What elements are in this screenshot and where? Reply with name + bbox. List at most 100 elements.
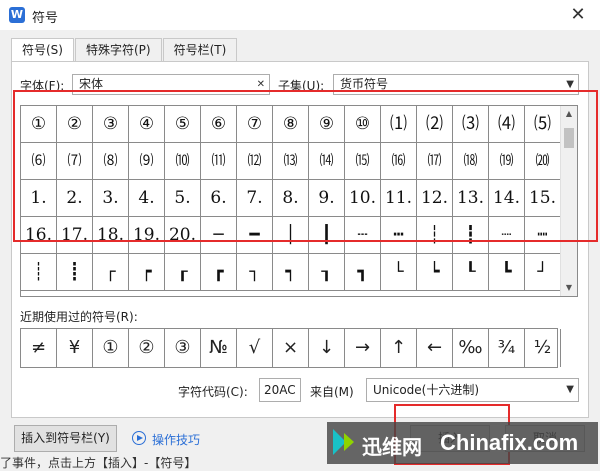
tab-special-chars[interactable]: 特殊字符(P) (74, 38, 162, 62)
symbol-cell[interactable]: ⑦ (237, 106, 273, 143)
symbol-cell[interactable]: ⒁ (309, 143, 345, 180)
symbol-cell[interactable]: ┓ (345, 254, 381, 291)
symbol-cell[interactable]: ⑵ (417, 106, 453, 143)
symbol-cell[interactable]: ┑ (273, 254, 309, 291)
scroll-up-icon[interactable]: ▲ (561, 106, 577, 122)
symbol-cell[interactable]: ⑴ (381, 106, 417, 143)
symbol-cell[interactable]: ┌ (93, 254, 129, 291)
grid-scrollbar[interactable]: ▲ ▼ (560, 106, 577, 296)
font-select[interactable]: 宋体 ✕ (72, 74, 270, 95)
symbol-cell[interactable]: ③ (93, 106, 129, 143)
symbol-cell[interactable]: ⒇ (525, 143, 561, 180)
symbol-cell[interactable]: ⑿ (237, 143, 273, 180)
symbol-cell[interactable]: 3. (93, 180, 129, 217)
symbol-cell[interactable]: ⒂ (345, 143, 381, 180)
symbol-cell[interactable]: ┊ (21, 254, 57, 291)
symbol-cell[interactable]: 17. (57, 217, 93, 254)
recent-symbol-cell[interactable]: ‰ (453, 329, 489, 367)
symbol-cell[interactable]: ④ (129, 106, 165, 143)
symbol-cell[interactable]: ┐ (237, 254, 273, 291)
char-code-input[interactable]: 20AC (259, 378, 301, 402)
symbol-cell[interactable]: ⑸ (525, 106, 561, 143)
symbol-cell[interactable]: ⑶ (453, 106, 489, 143)
symbol-cell[interactable]: ⒄ (417, 143, 453, 180)
symbol-cell[interactable]: 19. (129, 217, 165, 254)
tips-link[interactable]: 操作技巧 (152, 431, 200, 448)
symbol-cell[interactable]: 16. (21, 217, 57, 254)
subset-select[interactable]: 货币符号 ▼ (333, 74, 579, 95)
symbol-cell[interactable]: ① (21, 106, 57, 143)
symbol-cell[interactable]: ⑤ (165, 106, 201, 143)
symbol-cell[interactable]: ┎ (165, 254, 201, 291)
symbol-cell[interactable]: ┗ (489, 254, 525, 291)
symbol-cell[interactable]: ━ (237, 217, 273, 254)
symbol-cell[interactable]: ⑺ (57, 143, 93, 180)
symbol-cell[interactable]: ┈ (489, 217, 525, 254)
symbol-cell[interactable]: ┍ (129, 254, 165, 291)
symbol-cell[interactable]: ⒆ (489, 143, 525, 180)
symbol-cell[interactable]: 13. (453, 180, 489, 217)
tab-symbol-bar[interactable]: 符号栏(T) (162, 38, 238, 62)
symbol-cell[interactable]: ⒃ (381, 143, 417, 180)
symbol-cell[interactable]: ⒀ (273, 143, 309, 180)
symbol-cell[interactable]: 20. (165, 217, 201, 254)
symbol-cell[interactable]: ┆ (417, 217, 453, 254)
symbol-cell[interactable]: ┄ (345, 217, 381, 254)
recent-symbol-cell[interactable]: ② (129, 329, 165, 367)
symbol-cell[interactable]: 15. (525, 180, 561, 217)
symbol-cell[interactable]: 5. (165, 180, 201, 217)
symbol-cell[interactable]: 14. (489, 180, 525, 217)
symbol-cell[interactable]: ⑼ (129, 143, 165, 180)
clear-icon[interactable]: ✕ (257, 75, 265, 94)
recent-symbol-cell[interactable]: ↑ (381, 329, 417, 367)
tab-symbols[interactable]: 符号(S) (11, 38, 74, 63)
recent-symbol-cell[interactable]: ½ (525, 329, 561, 367)
symbol-cell[interactable]: ┏ (201, 254, 237, 291)
symbol-cell[interactable]: 8. (273, 180, 309, 217)
symbol-cell[interactable]: ⑧ (273, 106, 309, 143)
symbol-cell[interactable]: 1. (21, 180, 57, 217)
symbol-cell[interactable]: ⑾ (201, 143, 237, 180)
symbol-cell[interactable]: ⑨ (309, 106, 345, 143)
symbol-cell[interactable]: ⑩ (345, 106, 381, 143)
symbol-cell[interactable]: ┃ (309, 217, 345, 254)
recent-symbol-cell[interactable]: ↓ (309, 329, 345, 367)
symbol-cell[interactable]: ⑹ (21, 143, 57, 180)
symbol-cell[interactable]: └ (381, 254, 417, 291)
scroll-thumb[interactable] (564, 128, 574, 148)
symbol-cell[interactable]: 6. (201, 180, 237, 217)
symbol-cell[interactable]: ┕ (417, 254, 453, 291)
recent-symbol-cell[interactable]: ← (417, 329, 453, 367)
symbol-cell[interactable]: ⑻ (93, 143, 129, 180)
recent-symbol-cell[interactable]: ③ (165, 329, 201, 367)
symbol-cell[interactable]: ─ (201, 217, 237, 254)
symbol-cell[interactable]: ⑽ (165, 143, 201, 180)
symbol-cell[interactable]: ② (57, 106, 93, 143)
symbol-cell[interactable]: ┅ (381, 217, 417, 254)
symbol-cell[interactable]: 18. (93, 217, 129, 254)
symbol-cell[interactable]: 4. (129, 180, 165, 217)
symbol-cell[interactable]: 9. (309, 180, 345, 217)
symbol-cell[interactable]: 11. (381, 180, 417, 217)
symbol-cell[interactable]: ⑷ (489, 106, 525, 143)
symbol-cell[interactable]: 7. (237, 180, 273, 217)
recent-symbol-cell[interactable]: ≠ (21, 329, 57, 367)
recent-symbol-cell[interactable]: ¥ (57, 329, 93, 367)
symbol-cell[interactable]: ┒ (309, 254, 345, 291)
symbol-cell[interactable]: ┖ (453, 254, 489, 291)
symbol-cell[interactable]: ┉ (525, 217, 561, 254)
symbol-cell[interactable]: ⑥ (201, 106, 237, 143)
symbol-cell[interactable]: ┇ (453, 217, 489, 254)
symbol-cell[interactable]: 12. (417, 180, 453, 217)
insert-to-bar-button[interactable]: 插入到符号栏(Y) (14, 425, 117, 452)
symbol-cell[interactable]: 10. (345, 180, 381, 217)
symbol-cell[interactable]: 2. (57, 180, 93, 217)
from-select[interactable]: Unicode(十六进制) ▼ (366, 378, 579, 402)
symbol-cell[interactable]: ⒅ (453, 143, 489, 180)
symbol-cell[interactable]: ┋ (57, 254, 93, 291)
scroll-down-icon[interactable]: ▼ (561, 280, 577, 296)
recent-symbol-cell[interactable]: √ (237, 329, 273, 367)
close-button[interactable]: ✕ (566, 3, 590, 27)
recent-symbol-cell[interactable]: × (273, 329, 309, 367)
recent-symbol-cell[interactable]: ① (93, 329, 129, 367)
